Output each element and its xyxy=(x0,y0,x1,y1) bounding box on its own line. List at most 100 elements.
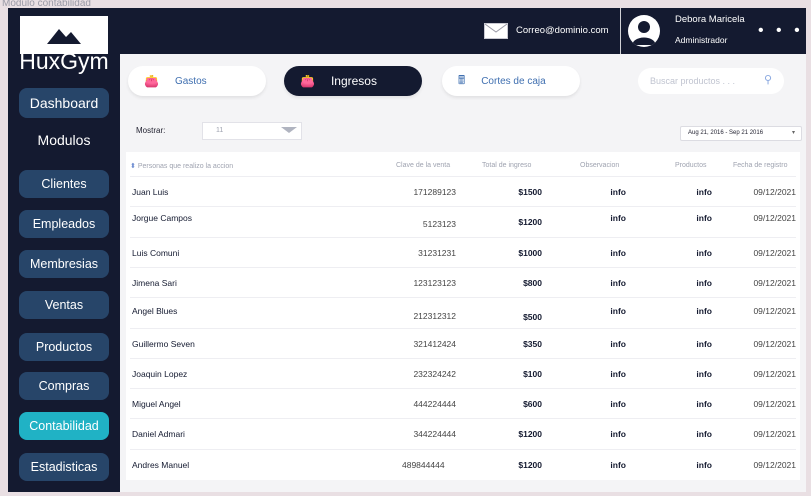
money-bag-icon: 👛 xyxy=(144,74,159,88)
cell-productos[interactable]: info xyxy=(696,399,712,409)
cell-clave: 212312312 xyxy=(413,311,456,322)
nav-estadisticas[interactable]: Estadisticas xyxy=(19,453,109,481)
table-row[interactable]: Jimena Sari 123123123 $800 info info 09/12/20… xyxy=(126,266,800,297)
cell-productos[interactable]: info xyxy=(696,278,712,288)
cell-persona: Guillermo Seven xyxy=(132,338,195,349)
table-row[interactable]: Joaquin Lopez 232324242 $100 info info 09/12/… xyxy=(126,357,800,388)
mail-icon[interactable] xyxy=(484,23,508,39)
row-divider xyxy=(130,236,796,238)
chevron-down-icon xyxy=(281,127,297,133)
cell-fecha: 09/12/2021 xyxy=(753,247,796,258)
cell-persona: Daniel Admari xyxy=(132,429,185,440)
tab-gastos-label: Gastos xyxy=(174,75,207,87)
cell-observacion[interactable]: info xyxy=(610,460,626,470)
cell-observacion[interactable]: info xyxy=(610,339,626,349)
cell-persona: Angel Blues xyxy=(132,306,178,317)
cell-persona: Andres Manuel xyxy=(132,459,190,470)
nav-membresias[interactable]: Membresias xyxy=(19,250,109,278)
nav-compras[interactable]: Compras xyxy=(19,372,109,400)
user-name: Debora Maricela xyxy=(675,14,745,25)
cash-register-icon: 🖩 xyxy=(458,72,466,87)
cell-productos[interactable]: info xyxy=(696,429,712,439)
cell-persona: Jorgue Campos xyxy=(132,213,193,224)
search-placeholder: Buscar productos . . . xyxy=(650,76,736,86)
table-row[interactable]: Juan Luis 171289123 $1500 info info 09/12/202… xyxy=(126,176,800,206)
cell-fecha: 09/12/2021 xyxy=(753,187,796,197)
cell-total: $1200 xyxy=(518,217,542,228)
cell-clave: 171289123 xyxy=(413,187,456,197)
header-productos: Productos xyxy=(675,162,707,169)
header-fecha: Fecha de registro xyxy=(733,162,788,169)
cell-fecha: 09/12/2021 xyxy=(753,338,796,349)
cell-fecha: 09/12/2021 xyxy=(753,277,796,288)
cell-clave: 123123123 xyxy=(413,277,456,288)
cell-persona: Jimena Sari xyxy=(132,277,177,288)
nav-productos[interactable]: Productos xyxy=(19,333,109,361)
nav-empleados[interactable]: Empleados xyxy=(19,210,109,238)
cell-productos[interactable]: info xyxy=(696,187,712,197)
table-row[interactable]: Daniel Admari 344224444 $1200 info info 09/12… xyxy=(126,418,800,448)
table-row[interactable]: Jorgue Campos 5123123 $1200 info info 09/12/2… xyxy=(126,206,800,236)
tab-ingresos[interactable]: 👛 Ingresos xyxy=(284,66,422,96)
cell-observacion[interactable]: info xyxy=(610,429,626,439)
table-row[interactable]: Andres Manuel 489844444 $1200 info info 09/12… xyxy=(126,448,800,479)
table-row[interactable]: Miguel Angel 444224444 $600 info info 09/12/2… xyxy=(126,388,800,418)
cell-productos[interactable]: info xyxy=(696,460,712,470)
cell-total: $1200 xyxy=(518,459,542,470)
cell-clave: 344224444 xyxy=(413,429,456,440)
date-range-picker[interactable]: Aug 21, 2016 - Sep 21 2016 ▾ xyxy=(680,126,802,141)
cell-total: $800 xyxy=(523,277,542,288)
row-divider xyxy=(130,357,796,359)
cell-productos[interactable]: info xyxy=(696,213,712,223)
nav-clientes[interactable]: Clientes xyxy=(19,170,109,198)
cell-observacion[interactable]: info xyxy=(610,213,626,223)
more-options-icon[interactable]: • • • xyxy=(758,23,804,39)
cell-fecha: 09/12/2021 xyxy=(753,399,796,410)
cell-productos[interactable]: info xyxy=(696,369,712,379)
cell-observacion[interactable]: info xyxy=(610,306,626,316)
cell-fecha: 09/12/2021 xyxy=(753,306,796,317)
table-row[interactable]: Luis Comuni 31231231 $1000 info info 09/12/20… xyxy=(126,236,800,267)
main-content: 👛 Gastos 👛 Ingresos 🖩 Cortes de caja Bus… xyxy=(120,54,806,492)
search-icon[interactable]: ⚲ xyxy=(764,73,772,86)
cell-observacion[interactable]: info xyxy=(610,399,626,409)
cell-persona: Juan Luis xyxy=(132,187,169,197)
search-input[interactable]: Buscar productos . . . ⚲ xyxy=(638,68,784,94)
row-divider xyxy=(130,388,796,390)
nav-dashboard[interactable]: Dashboard xyxy=(19,88,109,118)
table-row[interactable]: Angel Blues 212312312 $500 info info 09/12/20… xyxy=(126,297,800,327)
mostrar-select[interactable]: 11 xyxy=(202,122,302,140)
cell-clave: 321412424 xyxy=(413,338,456,349)
cell-clave: 5123123 xyxy=(422,219,456,230)
cell-observacion[interactable]: info xyxy=(610,369,626,379)
header-persona[interactable]: ⬍ Personas que realizo la accion xyxy=(130,162,233,170)
cell-clave: 232324242 xyxy=(413,368,456,379)
email-address[interactable]: Correo@dominio.com xyxy=(516,25,609,36)
row-divider xyxy=(130,176,796,177)
row-divider xyxy=(130,448,796,450)
tab-gastos[interactable]: 👛 Gastos xyxy=(128,66,266,96)
cell-observacion[interactable]: info xyxy=(610,278,626,288)
cell-total: $100 xyxy=(523,368,542,379)
cell-observacion[interactable]: info xyxy=(610,187,626,197)
cell-fecha: 09/12/2021 xyxy=(753,429,796,440)
sort-icon[interactable]: ⬍ xyxy=(130,163,136,170)
nav-contabilidad[interactable]: Contabilidad xyxy=(19,412,109,440)
cell-productos[interactable]: info xyxy=(696,306,712,316)
cell-productos[interactable]: info xyxy=(696,248,712,258)
table-row[interactable]: Guillermo Seven 321412424 $350 info info 09/1… xyxy=(126,327,800,358)
user-icon xyxy=(632,21,656,45)
avatar[interactable] xyxy=(628,15,660,47)
nav-ventas[interactable]: Ventas xyxy=(19,291,109,319)
header-total: Total de ingreso xyxy=(482,162,532,169)
mostrar-value: 11 xyxy=(216,127,224,134)
cell-productos[interactable]: info xyxy=(696,339,712,349)
mountain-logo-icon xyxy=(47,29,81,44)
cell-observacion[interactable]: info xyxy=(610,248,626,258)
cell-fecha: 09/12/2021 xyxy=(753,368,796,379)
tab-cortes-label: Cortes de caja xyxy=(481,75,546,87)
cell-clave: 489844444 xyxy=(402,459,445,470)
row-divider xyxy=(130,327,796,329)
tab-cortes-de-caja[interactable]: 🖩 Cortes de caja xyxy=(442,66,580,96)
cell-clave: 31231231 xyxy=(418,247,456,258)
